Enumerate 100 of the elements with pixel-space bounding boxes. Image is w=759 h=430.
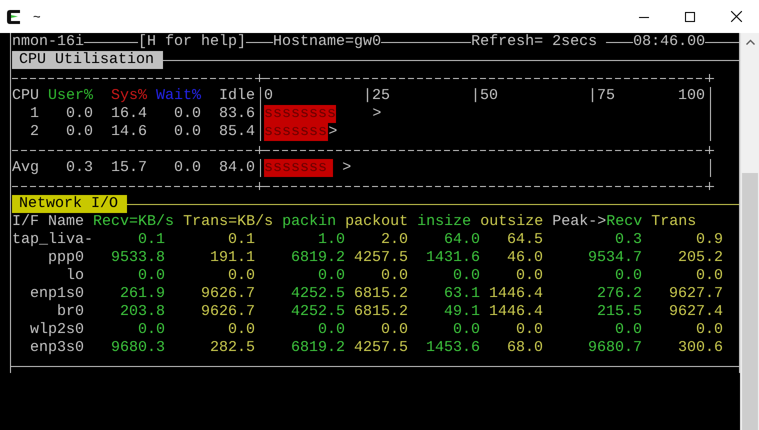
table-cell-text: 0.0: [136, 267, 165, 285]
table-cell-text: 0.0: [380, 321, 408, 339]
interface-name: ppp0: [46, 249, 85, 267]
table-cell-text: 1.0: [316, 231, 345, 249]
table-cell-text: 1431.6: [424, 249, 480, 267]
table-cell-text: 0.0: [172, 123, 201, 141]
table-cell-text: 6815.2: [352, 285, 408, 303]
table-cell-text: 9534.7: [587, 249, 642, 267]
table-cell-text: 0.0: [452, 321, 480, 339]
table-cell-text: 1446.4: [488, 303, 543, 321]
scrollbar[interactable]: [740, 33, 759, 430]
column-header: Trans=KB/s: [183, 213, 274, 230]
table-cell-text: 1446.4: [488, 285, 543, 303]
column-header: Sys%: [110, 87, 147, 105]
scale-label: 100: [678, 87, 706, 105]
column-header: I/F Name: [12, 213, 84, 230]
table-cell: Avg: [12, 159, 39, 177]
table-cell-text: 300.6: [677, 339, 724, 357]
table-cell-text: 6819.2: [290, 249, 345, 267]
table-cell-text: 9627.7: [668, 285, 724, 303]
peak-marker: >: [341, 159, 352, 177]
table-cell-text: 0.0: [172, 105, 201, 123]
hostname-label: Hostname=gw0: [273, 33, 382, 51]
scale-label: |50: [471, 87, 500, 105]
scroll-up-icon[interactable]: [746, 39, 754, 45]
column-header: Trans: [651, 213, 696, 230]
table-cell-text: 83.6: [218, 105, 255, 123]
section-title: CPU Utilisation: [12, 51, 164, 69]
table-cell-text: 14.6: [110, 123, 147, 141]
column-header: Idle: [218, 87, 255, 105]
table-cell-text: 0.0: [695, 267, 724, 285]
table-cell-text: 9533.8: [110, 249, 165, 267]
table-cell-text: 0.0: [316, 267, 345, 285]
program-name: nmon-16i: [12, 33, 84, 51]
cpu-bar: sssssss: [264, 123, 328, 141]
table-cell-text: 16.4: [110, 105, 147, 123]
table-cell-text: 68.0: [506, 339, 543, 357]
table-cell-text: 49.1: [442, 303, 480, 321]
table-cell-text: 276.2: [596, 285, 642, 303]
scale-label: |25: [363, 87, 392, 105]
table-cell-text: 0.0: [695, 321, 724, 339]
table-cell-text: 0.0: [380, 267, 408, 285]
table-cell-text: 203.8: [118, 303, 165, 321]
table-cell-text: 1: [28, 105, 39, 123]
table-cell-text: 205.2: [677, 249, 724, 267]
interface-name: wlp2s0: [28, 321, 85, 339]
column-header: Recv: [606, 213, 642, 230]
table-cell-text: 4257.5: [352, 249, 408, 267]
interface-name: enp1s0: [28, 285, 85, 303]
table-cell-text: 85.4: [218, 123, 255, 141]
table-cell-text: 0.1: [136, 231, 165, 249]
section-title: Network I/O: [12, 195, 128, 213]
interface-name: enp3s0: [28, 339, 85, 357]
peak-marker: >: [328, 123, 338, 141]
table-cell-text: 0.0: [64, 123, 93, 141]
column-header: User%: [46, 87, 93, 105]
table-cell-text: 191.1: [208, 249, 255, 267]
interface-name: tap_liva-: [12, 231, 93, 249]
table-cell-text: 15.7: [110, 159, 147, 177]
table-cell-text: 6815.2: [352, 303, 408, 321]
help-hint: [H for help]: [138, 33, 246, 51]
app-icon: [5, 8, 23, 26]
scale-label: 0: [264, 87, 274, 105]
table-cell-text: 215.5: [596, 303, 642, 321]
table-cell-text: 84.0: [218, 159, 255, 177]
table-cell-text: 1453.6: [424, 339, 480, 357]
table-cell-text: 0.0: [226, 321, 255, 339]
table-cell-text: 0.0: [64, 105, 93, 123]
table-cell-text: 0.9: [695, 231, 724, 249]
table-cell-text: 63.1: [442, 285, 480, 303]
table-cell-text: 0.1: [226, 231, 255, 249]
table-cell-text: 6819.2: [290, 339, 345, 357]
peak-marker: >: [371, 105, 382, 123]
column-header: Recv=KB/s: [93, 213, 174, 230]
column-header: packout: [345, 213, 408, 230]
table-cell-text: 46.0: [506, 249, 543, 267]
close-icon: [730, 11, 742, 22]
table-cell-text: 0.0: [452, 267, 480, 285]
cpu-bar: ssssssss: [264, 105, 336, 123]
column-header: outsize: [480, 213, 544, 230]
table-cell-text: 282.5: [208, 339, 255, 357]
table-cell-text: 4257.5: [352, 339, 408, 357]
interface-name: lo: [64, 267, 85, 285]
table-cell-text: 0.0: [136, 321, 165, 339]
table-cell-text: 4252.5: [290, 303, 345, 321]
table-cell-text: 261.9: [118, 285, 165, 303]
table-cell-text: 2: [28, 123, 39, 141]
table-cell-text: 0.0: [316, 321, 345, 339]
table-cell-text: 2.0: [380, 231, 408, 249]
table-cell-text: 0.0: [514, 267, 543, 285]
column-header: insize: [417, 213, 472, 230]
maximize-icon: [685, 12, 695, 22]
column-header: packin: [282, 213, 336, 230]
table-cell-text: 0.0: [226, 267, 255, 285]
table-cell-text: 64.0: [442, 231, 480, 249]
table-cell-text: 0.0: [614, 321, 642, 339]
table-cell-text: 4252.5: [290, 285, 345, 303]
cpu-bar: sssssss: [264, 159, 334, 177]
table-cell-text: 0.0: [614, 267, 642, 285]
table-cell-text: 64.5: [506, 231, 543, 249]
